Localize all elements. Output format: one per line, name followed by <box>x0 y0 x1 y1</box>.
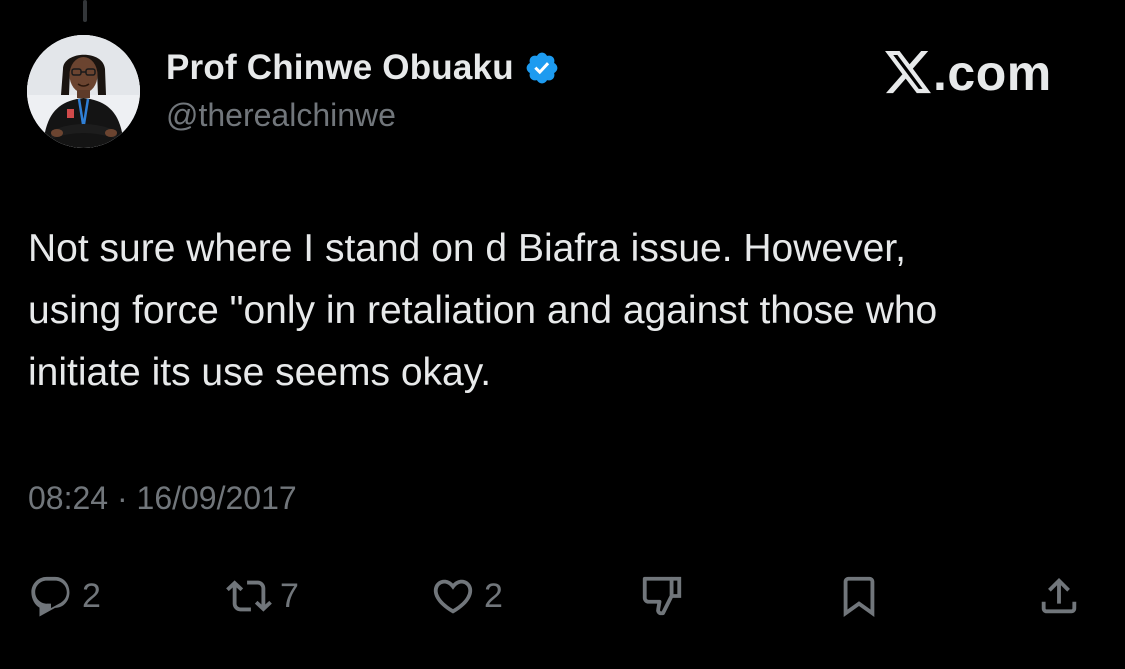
reply-count: 2 <box>82 576 101 615</box>
x-logo-icon <box>885 51 931 95</box>
repost-icon <box>226 573 272 619</box>
like-button[interactable]: 2 <box>430 570 503 622</box>
tweet-text: Not sure where I stand on d Biafra issue… <box>28 227 938 394</box>
avatar[interactable] <box>27 35 140 148</box>
repost-count: 7 <box>280 576 299 615</box>
tweet-timestamp[interactable]: 08:24 · 16/09/2017 <box>28 480 297 517</box>
avatar-photo <box>27 35 140 148</box>
reply-button[interactable]: 2 <box>28 570 101 622</box>
share-icon <box>1036 573 1082 619</box>
author-name-row: Prof Chinwe Obuaku <box>166 46 560 90</box>
heart-icon <box>430 573 476 619</box>
bookmark-button[interactable] <box>836 570 882 622</box>
dislike-button[interactable] <box>639 570 685 622</box>
thread-connector-line <box>83 0 87 22</box>
author-handle[interactable]: @therealchinwe <box>166 97 396 134</box>
like-count: 2 <box>484 576 503 615</box>
repost-button[interactable]: 7 <box>226 570 299 622</box>
share-button[interactable] <box>1036 570 1082 622</box>
reply-icon <box>28 573 74 619</box>
author-display-name[interactable]: Prof Chinwe Obuaku <box>166 48 514 88</box>
verified-badge-icon <box>524 50 560 86</box>
site-logo: .com <box>885 45 1052 101</box>
tweet-actions-bar: 2 7 2 <box>0 570 1125 622</box>
thumbs-down-icon <box>639 573 685 619</box>
site-domain-text: .com <box>933 45 1052 101</box>
bookmark-icon <box>836 573 882 619</box>
